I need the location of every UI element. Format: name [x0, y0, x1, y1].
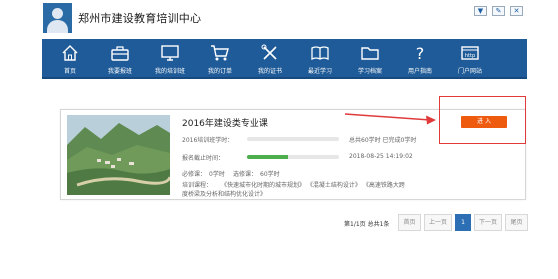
nav-item-certificates[interactable]: 我的证书	[245, 39, 295, 79]
nav-label-my-classes: 我的培训班	[154, 68, 185, 75]
prev-page-button[interactable]: 上一页	[424, 214, 452, 231]
nav-item-my-classes[interactable]: 我的培训班	[145, 39, 195, 79]
courses-line-2: 度桥梁及分析和结构优化设计》	[182, 191, 267, 198]
question-icon: ?	[416, 44, 425, 62]
avatar-body	[47, 20, 68, 33]
svg-text:?: ?	[416, 44, 425, 62]
page-1-button[interactable]: 1	[455, 214, 471, 231]
avatar	[43, 3, 72, 33]
nav-item-recent[interactable]: 最近学习	[295, 39, 345, 79]
study-progress-text: 总共60学时 已完成0学时	[349, 137, 417, 144]
last-page-button[interactable]: 尾页	[505, 214, 528, 231]
elective-label: 选修课：	[233, 171, 258, 178]
nav-item-home[interactable]: 首页	[45, 39, 95, 79]
home-icon	[62, 45, 78, 61]
study-hours-label: 2016培训班学时：	[182, 137, 234, 144]
header: 郑州市建设教育培训中心 ▼ ✎ ✕	[0, 0, 558, 38]
course-thumbnail	[67, 115, 170, 195]
nav-label-enroll: 我要报班	[107, 68, 132, 75]
monitor-icon	[161, 45, 179, 61]
dropdown-button[interactable]: ▼	[474, 6, 487, 16]
enter-button[interactable]: 进 入	[461, 116, 507, 128]
nav-label-recent: 最近学习	[307, 68, 332, 75]
study-progress-bar	[247, 137, 339, 141]
nav-item-enroll[interactable]: 我要报班	[95, 39, 145, 79]
deadline-progress-fill	[247, 155, 289, 159]
nav-label-portal: 门户网站	[457, 68, 482, 75]
main-nav: 首页 我要报班 我的培训班 我的订单 我的证书 最近学习 学习档案 ? 用户指南…	[42, 39, 527, 79]
required-label: 必修课：	[182, 171, 207, 178]
folder-icon	[361, 47, 379, 60]
nav-label-guide: 用户指南	[407, 68, 432, 75]
tools-icon	[261, 44, 277, 60]
site-title: 郑州市建设教育培训中心	[78, 12, 202, 25]
svg-text:http: http	[465, 53, 475, 59]
cart-icon	[211, 45, 229, 61]
first-page-button[interactable]: 首页	[398, 214, 421, 231]
pagination-info: 第1/1页 总共1条	[344, 221, 390, 228]
courses-line-1: 《快速城市化时期的城市规划》 《混凝土结构设计》 《高速铁路大跨	[221, 182, 405, 189]
landscape-image	[67, 115, 170, 195]
web-icon: http	[461, 46, 479, 60]
courses-label: 培训课程：	[182, 182, 213, 189]
nav-label-certificates: 我的证书	[257, 68, 282, 75]
course-title: 2016年建设类专业课	[182, 119, 268, 129]
deadline-progress-bar	[247, 155, 339, 159]
nav-item-guide[interactable]: ? 用户指南	[395, 39, 445, 79]
nav-label-home: 首页	[63, 68, 76, 75]
close-button[interactable]: ✕	[510, 6, 523, 16]
elective-value: 60学时	[260, 171, 280, 178]
next-page-button[interactable]: 下一页	[474, 214, 502, 231]
briefcase-icon	[111, 46, 129, 61]
nav-label-orders: 我的订单	[207, 68, 232, 75]
nav-item-archive[interactable]: 学习档案	[345, 39, 395, 79]
edit-button[interactable]: ✎	[492, 6, 505, 16]
required-value: 0学时	[209, 171, 225, 178]
nav-label-archive: 学习档案	[357, 68, 382, 75]
deadline-value: 2018-08-25 14:19:02	[349, 153, 413, 160]
book-icon	[311, 46, 329, 61]
nav-item-orders[interactable]: 我的订单	[195, 39, 245, 79]
deadline-label: 报名截止时间：	[182, 155, 225, 162]
avatar-head	[52, 8, 63, 19]
nav-item-portal[interactable]: http 门户网站	[445, 39, 495, 79]
